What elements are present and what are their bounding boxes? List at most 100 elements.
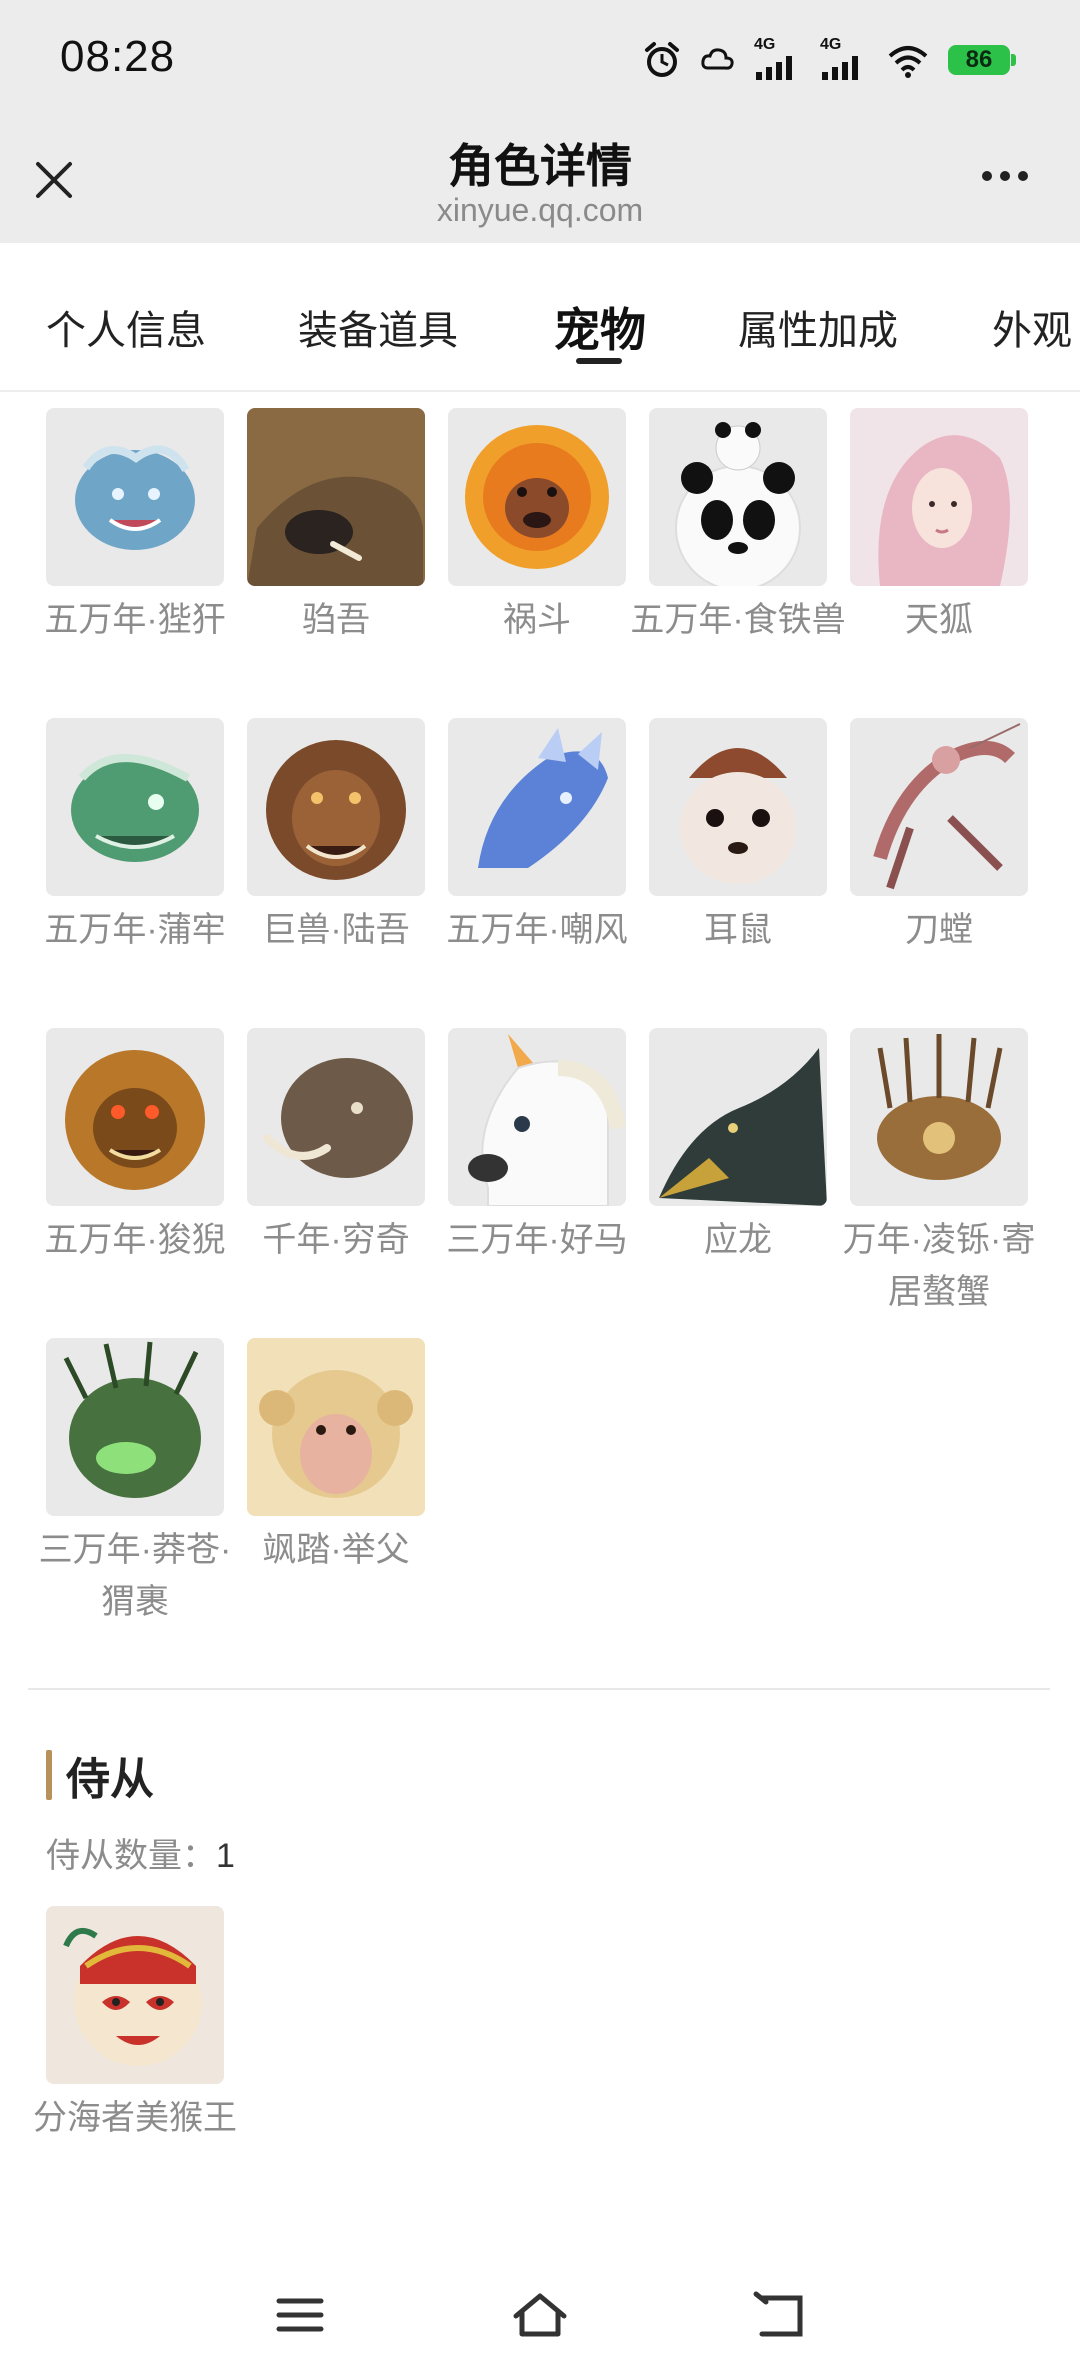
- pet-item[interactable]: 飒踏·举父: [247, 1338, 425, 1576]
- attendant-count-label: 侍从数量：: [46, 1837, 216, 1875]
- pet-item[interactable]: 耳鼠: [649, 718, 827, 956]
- tab-personal-info[interactable]: 个人信息: [46, 298, 206, 356]
- dot-icon: [1018, 171, 1028, 181]
- menu-icon: [276, 2298, 324, 2332]
- pet-thumbnail[interactable]: [850, 1028, 1028, 1206]
- pet-thumbnail[interactable]: [46, 408, 224, 586]
- blue-dragon-beast-icon: [75, 445, 195, 550]
- fox-spirit-woman-icon: [850, 408, 1028, 586]
- system-navigation-bar: [0, 2250, 1080, 2376]
- pet-thumbnail[interactable]: [247, 408, 425, 586]
- pet-name: 刀螳: [905, 911, 973, 949]
- wifi-icon: [888, 46, 928, 78]
- pet-item[interactable]: 千年·穷奇: [247, 1028, 425, 1266]
- title-bar: 角色详情 xinyue.qq.com: [0, 110, 1080, 243]
- pet-thumbnail[interactable]: [46, 1338, 224, 1516]
- signal-bars-icon: [822, 56, 858, 80]
- attendant-item[interactable]: 分海者美猴王: [33, 1906, 237, 2144]
- pet-item[interactable]: 巨兽·陆吾: [247, 718, 425, 956]
- menu-button[interactable]: [260, 2280, 340, 2350]
- pet-thumbnail[interactable]: [247, 718, 425, 896]
- tab-attribute-bonus[interactable]: 属性加成: [738, 298, 898, 356]
- attendant-count: 侍从数量：1: [46, 1828, 235, 1877]
- pet-thumbnail[interactable]: [649, 1028, 827, 1206]
- spiky-crab-icon: [877, 1034, 1003, 1180]
- network-type-2: 4G: [820, 36, 842, 53]
- pet-name: 万年·凌铄·寄居螯蟹: [842, 1221, 1036, 1311]
- pet-thumbnail[interactable]: [649, 408, 827, 586]
- battery-level: 86: [965, 46, 993, 73]
- pet-name: 祸斗: [503, 601, 571, 639]
- pet-item[interactable]: 五万年·嘲风: [446, 718, 628, 956]
- pet-thumbnail[interactable]: [46, 718, 224, 896]
- pet-item[interactable]: 三万年·莽苍·猬裹: [39, 1338, 231, 1628]
- tab-pets[interactable]: 宠物: [554, 294, 646, 360]
- attendant-count-value: 1: [216, 1837, 235, 1875]
- fire-lion-beast-icon: [465, 425, 609, 569]
- dark-dragon-icon: [659, 1048, 827, 1206]
- pet-thumbnail[interactable]: [649, 718, 827, 896]
- attendant-thumbnail[interactable]: [46, 1906, 224, 2084]
- back-button[interactable]: [740, 2280, 820, 2350]
- monkey-king-mask-icon: [46, 1906, 224, 2084]
- pet-item[interactable]: 天狐: [850, 408, 1028, 646]
- status-bar: 08:28 4G 4G 86: [0, 0, 1080, 110]
- status-icons: 4G 4G 86: [642, 36, 1016, 82]
- page-domain: xinyue.qq.com: [436, 192, 644, 228]
- section-divider: [28, 1688, 1050, 1690]
- section-accent-bar: [46, 1750, 52, 1800]
- pet-name: 五万年·嘲风: [446, 911, 628, 949]
- dot-icon: [1000, 171, 1010, 181]
- back-icon: [753, 2291, 803, 2337]
- pet-name: 五万年·狴犴: [44, 601, 226, 639]
- pet-thumbnail[interactable]: [448, 718, 626, 896]
- alarm-icon: [645, 42, 679, 77]
- brown-boar-beast-icon: [247, 408, 425, 586]
- pet-item[interactable]: 祸斗: [448, 408, 626, 646]
- mantis-icon: [873, 723, 1021, 890]
- ice-dragon-icon: [478, 728, 608, 868]
- network-type-1: 4G: [754, 36, 776, 53]
- white-unicorn-icon: [468, 1034, 626, 1206]
- pet-thumbnail[interactable]: [247, 1028, 425, 1206]
- pet-name: 千年·穷奇: [262, 1221, 410, 1259]
- status-time: 08:28: [60, 32, 176, 81]
- pet-item[interactable]: 刀螳: [850, 718, 1028, 956]
- green-hedgehog-icon: [63, 1341, 201, 1498]
- pet-thumbnail[interactable]: [247, 1338, 425, 1516]
- pet-item[interactable]: 五万年·食铁兽: [630, 408, 846, 646]
- green-jade-dragon-icon: [71, 754, 199, 862]
- panda-icon: [675, 422, 801, 586]
- pet-item[interactable]: 五万年·狴犴: [44, 408, 226, 646]
- pet-name: 五万年·蒲牢: [44, 911, 226, 949]
- home-button[interactable]: [500, 2280, 580, 2350]
- pet-item[interactable]: 驺吾: [247, 408, 425, 646]
- dot-icon: [982, 171, 992, 181]
- tab-appearance[interactable]: 外观: [992, 298, 1072, 356]
- tab-bar: 个人信息 装备道具 宠物 属性加成 外观: [0, 258, 1080, 392]
- pet-item[interactable]: 五万年·狻猊: [44, 1028, 226, 1266]
- pet-name: 耳鼠: [704, 911, 772, 949]
- brown-tiger-beast-icon: [266, 740, 406, 880]
- pet-item[interactable]: 万年·凌铄·寄居螯蟹: [843, 1028, 1035, 1318]
- pet-name: 三万年·好马: [446, 1221, 628, 1259]
- pet-thumbnail[interactable]: [46, 1028, 224, 1206]
- more-options-button[interactable]: [970, 156, 1040, 196]
- pet-thumbnail[interactable]: [850, 408, 1028, 586]
- home-icon: [513, 2293, 567, 2337]
- pet-thumbnail[interactable]: [850, 718, 1028, 896]
- pet-name: 巨兽·陆吾: [262, 911, 410, 949]
- pet-thumbnail[interactable]: [448, 408, 626, 586]
- pet-item[interactable]: 应龙: [649, 1028, 827, 1266]
- pet-item[interactable]: 三万年·好马: [446, 1028, 628, 1266]
- white-mouse-icon: [680, 748, 796, 884]
- tusked-beast-icon: [263, 1058, 413, 1178]
- pet-name: 驺吾: [302, 601, 370, 639]
- pet-item[interactable]: 五万年·蒲牢: [44, 718, 226, 956]
- battery-icon: 86: [948, 45, 1016, 75]
- pet-name: 三万年·莽苍·猬裹: [38, 1531, 232, 1621]
- active-tab-indicator: [576, 358, 622, 364]
- golden-lion-beast-icon: [65, 1050, 205, 1190]
- tab-equipment[interactable]: 装备道具: [298, 298, 458, 356]
- pet-thumbnail[interactable]: [448, 1028, 626, 1206]
